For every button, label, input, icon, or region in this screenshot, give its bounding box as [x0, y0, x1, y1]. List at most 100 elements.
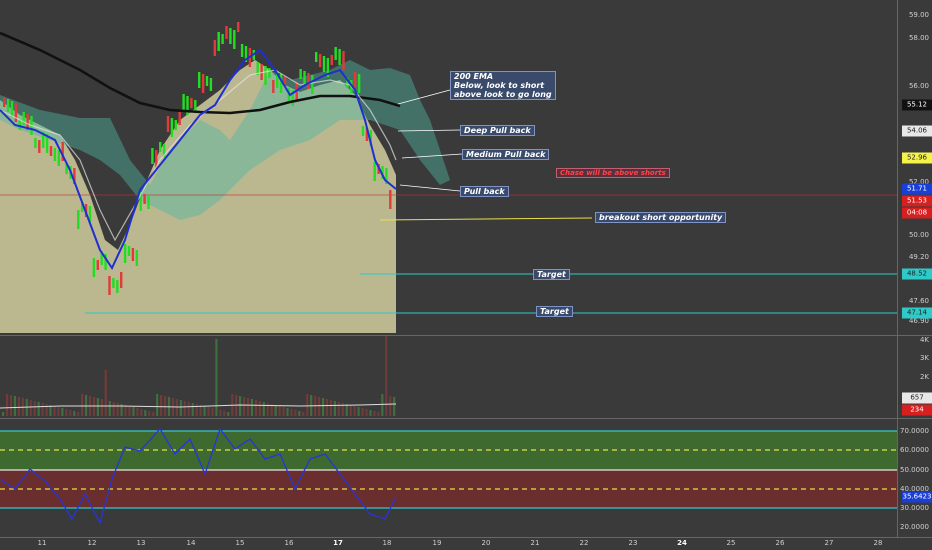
volume-bar: [262, 402, 265, 416]
annotation-200-ema: 200 EMA Below, look to short above look …: [450, 71, 556, 100]
volume-bar: [318, 397, 321, 416]
candle: [127, 246, 131, 256]
volume-pane[interactable]: [0, 336, 898, 418]
candle: [201, 74, 205, 93]
volume-bar: [160, 395, 163, 416]
price-tick: 56.00: [908, 82, 929, 90]
time-axis-label: 21: [530, 539, 540, 547]
volume-bar: [274, 405, 277, 416]
time-axis[interactable]: 11 12 13 14 15 16 17 18 19 20 21 22 23 24 25 26 27 28: [0, 537, 898, 550]
annotation-deep-pullback: Deep Pull back: [460, 125, 535, 136]
rsi-scale[interactable]: 70.0000 60.0000 50.0000 40.0000 30.0000 …: [897, 419, 932, 537]
volume-chart: [0, 336, 397, 416]
volume-bar: [57, 407, 60, 416]
volume-bar: [369, 410, 372, 416]
volume-bar: [33, 401, 36, 416]
candle: [205, 76, 209, 86]
volume-bar: [294, 410, 297, 416]
volume-bar: [61, 408, 64, 416]
volume-bar: [148, 411, 151, 416]
volume-bar: [361, 408, 364, 416]
rsi-pane[interactable]: [0, 419, 898, 537]
volume-bar: [104, 370, 107, 416]
price-badge-countdown: 04:08: [902, 207, 932, 219]
volume-bar: [353, 406, 356, 416]
price-tick: 47.60: [908, 297, 929, 305]
price-badge-deep: 54.06: [902, 125, 932, 137]
candle: [92, 258, 96, 277]
volume-bar: [53, 406, 56, 416]
candle: [342, 51, 345, 70]
candle: [338, 49, 341, 65]
volume-bar: [329, 400, 333, 416]
volume-bar: [112, 402, 115, 416]
volume-tick: 2K: [919, 373, 929, 381]
volume-scale[interactable]: 4K 3K 2K 1K 657 234: [897, 336, 932, 418]
volume-bar: [37, 402, 40, 416]
time-axis-label: 23: [628, 539, 638, 547]
volume-bar: [290, 409, 293, 416]
candle: [217, 32, 220, 51]
candle: [311, 75, 314, 94]
candle: [213, 40, 216, 56]
candle: [237, 22, 240, 32]
volume-bar: [124, 405, 127, 416]
candle: [123, 244, 127, 263]
price-tick: 58.00: [908, 34, 929, 42]
candle: [53, 148, 57, 161]
candle: [229, 28, 232, 44]
candle: [198, 72, 201, 88]
volume-bar: [195, 404, 198, 416]
price-tick: 59.00: [908, 11, 929, 19]
volume-bar: [389, 396, 392, 416]
volume-badge-ma: 657: [902, 392, 932, 404]
volume-bar: [9, 395, 13, 416]
volume-bar: [211, 408, 214, 416]
volume-bar: [337, 402, 340, 416]
candle: [14, 103, 18, 122]
volume-badge-last: 234: [902, 404, 932, 416]
candle: [34, 138, 37, 148]
volume-bar: [132, 407, 135, 416]
candle: [272, 80, 275, 93]
volume-bar: [191, 403, 194, 416]
candle: [190, 98, 193, 108]
breakout-line: [379, 217, 593, 221]
volume-tick: 4K: [919, 336, 929, 344]
volume-bar: [242, 397, 246, 416]
volume-bar: [393, 397, 396, 416]
candle: [233, 30, 236, 49]
time-axis-label: 26: [775, 539, 785, 547]
volume-bar: [81, 394, 84, 416]
candle: [178, 112, 181, 125]
price-scale[interactable]: 59.00 58.00 56.00 52.00 50.00 49.20 47.6…: [897, 0, 932, 335]
volume-bar: [207, 407, 210, 416]
candle: [159, 142, 162, 152]
volume-bar: [17, 397, 20, 416]
volume-bar: [321, 398, 325, 416]
volume-bar: [179, 400, 182, 416]
candle: [49, 146, 53, 156]
price-tick: 50.00: [908, 231, 929, 239]
candle: [57, 150, 60, 166]
rsi-badge-last: 35.6423: [902, 491, 932, 503]
volume-bar: [140, 409, 143, 416]
price-chart-pane[interactable]: 200 EMA Below, look to short above look …: [0, 0, 898, 335]
annotation-medium-pullback: Medium Pull back: [462, 149, 550, 160]
time-axis-label: 16: [284, 539, 294, 547]
annotation-breakout-short: breakout short opportunity: [595, 212, 727, 223]
annotation-chase: Chase will be above shorts: [556, 168, 670, 178]
candle: [147, 196, 150, 209]
volume-bar: [5, 394, 9, 416]
rsi-upper-zone: [0, 431, 898, 470]
candle: [299, 69, 302, 79]
candle: [330, 55, 333, 65]
candle: [221, 34, 224, 44]
volume-bar: [13, 396, 17, 416]
volume-bar: [116, 403, 119, 416]
volume-bar: [239, 396, 242, 416]
volume-bar: [69, 410, 72, 416]
time-axis-label: 25: [726, 539, 736, 547]
candle: [166, 116, 170, 132]
time-axis-label: 24: [677, 539, 687, 547]
